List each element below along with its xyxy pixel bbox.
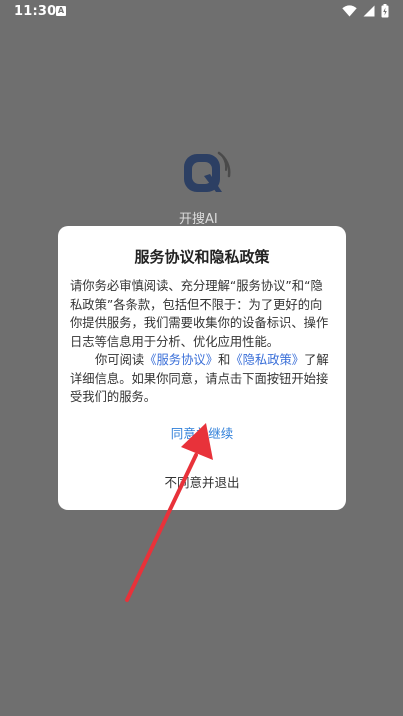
consent-links-paragraph: 你可阅读《服务协议》和《隐私政策》了解详细信息。如果你同意，请点击下面按钮开始接… bbox=[70, 351, 334, 407]
cellular-signal-icon bbox=[363, 5, 375, 17]
privacy-policy-link[interactable]: 《隐私政策》 bbox=[230, 353, 304, 367]
dialog-title: 服务协议和隐私政策 bbox=[134, 248, 270, 266]
status-icons bbox=[342, 4, 389, 18]
wifi-icon bbox=[342, 5, 357, 17]
battery-icon bbox=[381, 4, 389, 18]
service-agreement-link[interactable]: 《服务协议》 bbox=[144, 353, 218, 367]
dialog-body: 请你务必审慎阅读、充分理解“服务协议”和“隐私政策”各条款，包括但不限于：为了更… bbox=[70, 277, 334, 407]
disagree-and-exit-button[interactable]: 不同意并退出 bbox=[58, 472, 346, 491]
status-bar: 11:30 A bbox=[0, 0, 403, 24]
consent-paragraph: 请你务必审慎阅读、充分理解“服务协议”和“隐私政策”各条款，包括但不限于：为了更… bbox=[70, 279, 329, 349]
notification-badge-icon: A bbox=[56, 6, 66, 16]
and-text: 和 bbox=[218, 353, 231, 367]
status-time: 11:30 bbox=[14, 4, 57, 19]
privacy-consent-dialog: 服务协议和隐私政策 请你务必审慎阅读、充分理解“服务协议”和“隐私政策”各条款，… bbox=[58, 226, 346, 510]
agree-and-continue-button[interactable]: 同意并继续 bbox=[58, 423, 346, 442]
app-name: 开搜AI bbox=[179, 212, 218, 227]
read-prefix-text: 你可阅读 bbox=[95, 353, 145, 367]
kaisou-logo-icon bbox=[178, 146, 234, 202]
